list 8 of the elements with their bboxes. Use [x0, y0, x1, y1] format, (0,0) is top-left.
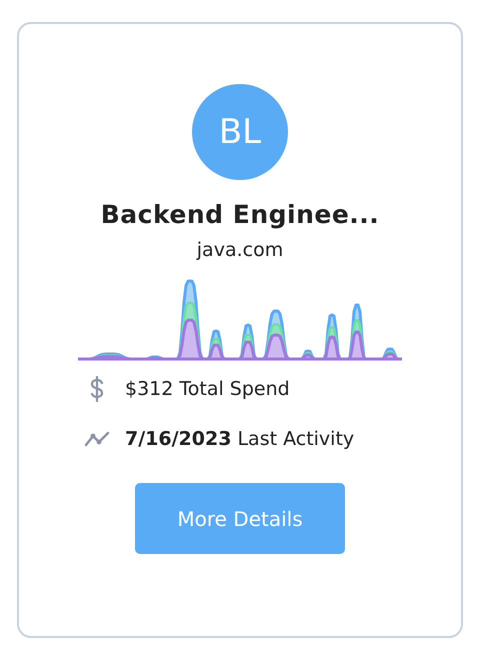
- avatar: BL: [192, 84, 288, 180]
- stat-text: $312 Total Spend: [125, 378, 290, 400]
- trend-icon: [84, 431, 110, 447]
- domain-text: java.com: [196, 239, 284, 261]
- more-details-button[interactable]: More Details: [135, 483, 345, 554]
- card-title: Backend Enginee...: [100, 200, 380, 229]
- dollar-icon: [89, 376, 105, 402]
- stat-text: 7/16/2023 Last Activity: [125, 428, 354, 450]
